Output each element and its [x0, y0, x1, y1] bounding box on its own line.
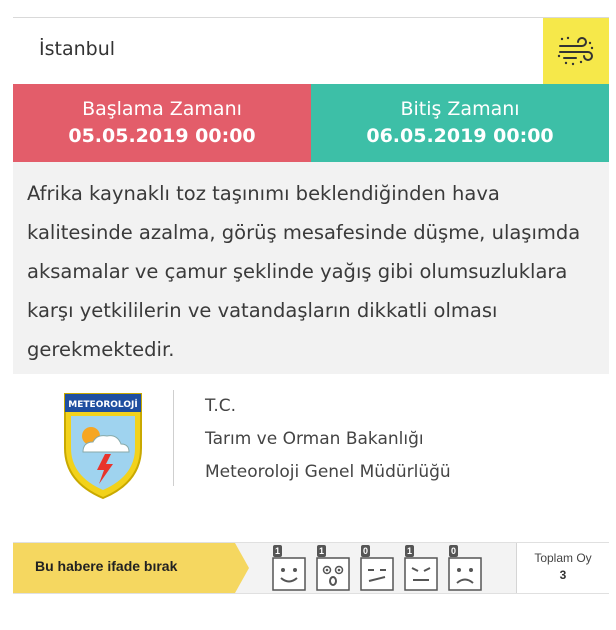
confused-face-icon — [360, 557, 394, 591]
city-name: İstanbul — [39, 38, 116, 60]
reaction-surprised[interactable]: 1 — [315, 543, 351, 593]
time-range: Başlama Zamanı 05.05.2019 00:00 Bitiş Za… — [13, 84, 609, 162]
org-name: T.C. Tarım ve Orman Bakanlığı Meteoroloj… — [205, 390, 451, 489]
happy-count: 1 — [273, 545, 283, 557]
reaction-label-box: Bu habere ifade bırak — [13, 543, 235, 593]
annoyed-face-icon — [404, 557, 438, 591]
surprised-count: 1 — [317, 545, 327, 557]
reaction-bar: Bu habere ifade bırak 1 1 0 1 0 Toplam O… — [13, 542, 609, 594]
reaction-sad[interactable]: 0 — [447, 543, 483, 593]
total-votes-label: Toplam Oy — [534, 551, 592, 565]
start-time-box: Başlama Zamanı 05.05.2019 00:00 — [13, 84, 311, 162]
reaction-happy[interactable]: 1 — [271, 543, 307, 593]
sad-count: 0 — [449, 545, 459, 557]
start-time-label: Başlama Zamanı — [82, 98, 242, 120]
happy-face-icon — [272, 557, 306, 591]
warning-description: Afrika kaynaklı toz taşınımı beklendiğin… — [27, 182, 581, 361]
organization-block: METEOROLOJİ T.C. Tarım ve Orman Bakanlığ… — [13, 374, 609, 504]
reaction-prompt: Bu habere ifade bırak — [35, 558, 178, 574]
reaction-confused[interactable]: 0 — [359, 543, 395, 593]
annoyed-count: 1 — [405, 545, 415, 557]
end-time-box: Bitiş Zamanı 06.05.2019 00:00 — [311, 84, 609, 162]
reaction-annoyed[interactable]: 1 — [403, 543, 439, 593]
org-line-state: T.C. — [205, 396, 237, 416]
warning-header: İstanbul — [13, 18, 609, 84]
sad-face-icon — [448, 557, 482, 591]
confused-count: 0 — [361, 545, 371, 557]
org-line-ministry: Tarım ve Orman Bakanlığı — [205, 429, 424, 449]
end-time-value: 06.05.2019 00:00 — [366, 125, 554, 147]
surprised-face-icon — [316, 557, 350, 591]
total-votes: Toplam Oy 3 — [516, 543, 609, 593]
reaction-faces: 1 1 0 1 0 — [271, 543, 483, 593]
start-time-value: 05.05.2019 00:00 — [68, 125, 256, 147]
reaction-arrow — [235, 543, 249, 593]
weather-badge — [543, 18, 609, 84]
dust-wind-icon — [557, 36, 594, 66]
meteoroloji-logo: METEOROLOJİ — [64, 393, 142, 500]
total-votes-value: 3 — [559, 568, 567, 582]
description-panel: Afrika kaynaklı toz taşınımı beklendiğin… — [13, 162, 609, 374]
org-line-directorate: Meteoroloji Genel Müdürlüğü — [205, 462, 451, 482]
logo-text: METEOROLOJİ — [68, 399, 137, 410]
org-divider — [173, 390, 174, 486]
end-time-label: Bitiş Zamanı — [400, 98, 520, 120]
